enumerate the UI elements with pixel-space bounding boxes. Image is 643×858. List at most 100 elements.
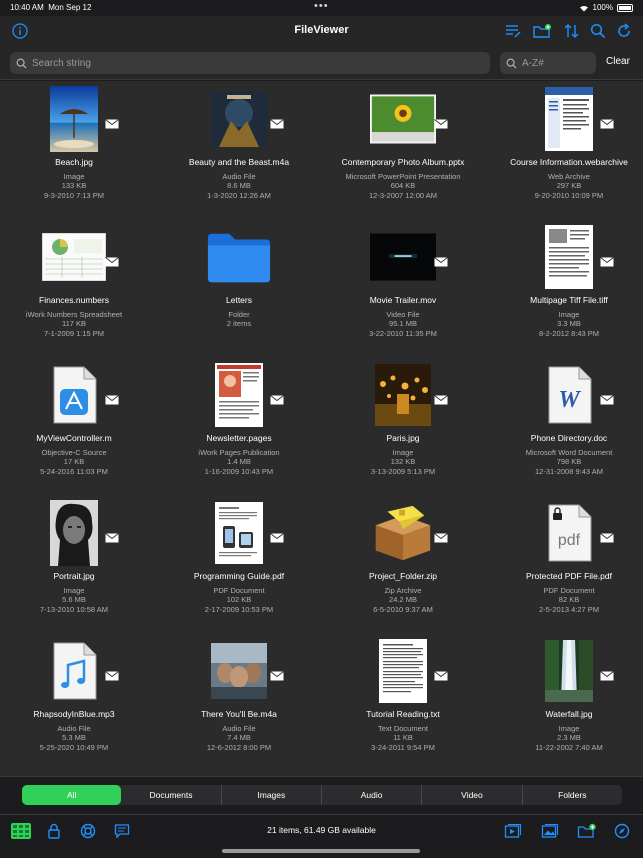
filter-search-icon [506, 58, 517, 69]
file-thumbnail[interactable] [370, 86, 436, 152]
slideshow-icon[interactable] [503, 822, 523, 840]
edit-list-icon[interactable] [503, 21, 523, 41]
file-thumbnail[interactable] [370, 500, 436, 566]
file-thumbnail[interactable] [370, 362, 436, 428]
mail-icon[interactable] [270, 116, 284, 129]
tab-video[interactable]: Video [422, 785, 523, 805]
mail-icon[interactable] [434, 668, 448, 681]
filter-field[interactable] [500, 52, 596, 74]
file-date: 12-6-2012 8:00 PM [206, 743, 272, 752]
file-thumbnail[interactable] [41, 362, 107, 428]
file-thumbnail[interactable] [41, 638, 107, 704]
file-thumbnail[interactable] [206, 224, 272, 290]
file-thumbnail[interactable] [206, 500, 272, 566]
file-thumbnail[interactable] [206, 362, 272, 428]
mail-icon[interactable] [434, 254, 448, 267]
file-size: 1.4 MB [227, 457, 251, 466]
tab-audio[interactable]: Audio [322, 785, 423, 805]
mail-icon[interactable] [270, 668, 284, 681]
file-item[interactable]: MyViewController.m Objective-C Source 17 K… [0, 357, 154, 495]
file-thumbnail[interactable] [370, 224, 436, 290]
mail-icon[interactable] [434, 116, 448, 129]
file-item[interactable]: Letters Folder 2 items [159, 219, 319, 357]
file-item[interactable]: Paris.jpg Image 132 KB 3-13-2009 5:13 PM [323, 357, 483, 495]
mail-icon[interactable] [600, 668, 614, 681]
file-name: Newsletter.pages [206, 433, 272, 443]
tab-documents[interactable]: Documents [121, 785, 222, 805]
file-thumbnail[interactable] [536, 638, 602, 704]
file-item[interactable]: Beach.jpg Image 133 KB 9-3-2010 7:13 PM [0, 81, 154, 219]
mail-icon[interactable] [434, 392, 448, 405]
tab-folders[interactable]: Folders [523, 785, 622, 805]
file-item[interactable]: Programming Guide.pdf PDF Document 102 KB 2… [159, 495, 319, 633]
file-thumbnail[interactable] [41, 86, 107, 152]
mail-icon[interactable] [105, 530, 119, 543]
file-item[interactable]: Project_Folder.zip Zip Archive 24.2 MB 6-5-… [323, 495, 483, 633]
file-date: 12-31-2008 9:43 AM [535, 467, 603, 476]
file-kind: PDF Document [543, 586, 595, 595]
file-name: Movie Trailer.mov [369, 295, 437, 305]
file-item[interactable]: W Phone Directory.doc Microsoft Word Docum… [489, 357, 643, 495]
file-thumbnail[interactable]: W [536, 362, 602, 428]
new-folder-icon[interactable] [532, 21, 552, 41]
file-kind: Text Document [377, 724, 429, 733]
mail-icon[interactable] [105, 392, 119, 405]
file-item[interactable]: Multipage Tiff File.tiff Image 3.3 MB 8-2-2… [489, 219, 643, 357]
mail-icon[interactable] [434, 530, 448, 543]
file-thumbnail[interactable] [41, 500, 107, 566]
status-bar: 10:40 AM Mon Sep 12 ••• 100% [0, 0, 643, 16]
mail-icon[interactable] [600, 530, 614, 543]
battery-icon [617, 3, 633, 12]
mail-icon[interactable] [105, 116, 119, 129]
refresh-icon[interactable] [614, 21, 634, 41]
mail-icon[interactable] [270, 530, 284, 543]
tab-images[interactable]: Images [222, 785, 322, 805]
compass-icon[interactable] [612, 822, 632, 840]
file-date: 3-13-2009 5:13 PM [370, 467, 436, 476]
search-icon[interactable] [588, 21, 608, 41]
search-field[interactable] [10, 52, 490, 74]
mail-icon[interactable] [105, 254, 119, 267]
file-item[interactable]: Waterfall.jpg Image 2.3 MB 11-22-2002 7:40 … [489, 633, 643, 771]
file-thumbnail[interactable] [536, 86, 602, 152]
file-date: 3-24-2011 9:54 PM [371, 743, 435, 752]
file-thumbnail[interactable] [370, 638, 436, 704]
file-item[interactable]: Movie Trailer.mov Video File 95.1 MB 3-22-2… [323, 219, 483, 357]
file-item[interactable]: Tutorial Reading.txt Text Document 11 KB 3-… [323, 633, 483, 771]
mail-icon[interactable] [270, 392, 284, 405]
file-item[interactable]: Newsletter.pages iWork Pages Publication 1… [159, 357, 319, 495]
file-thumbnail[interactable]: pdf [536, 500, 602, 566]
file-name: RhapsodyInBlue.mp3 [33, 709, 115, 719]
file-kind: iWork Numbers Spreadsheet [25, 310, 123, 319]
file-thumbnail[interactable] [41, 224, 107, 290]
file-item[interactable]: pdf Protected PDF File.pdf PDF Document 82 … [489, 495, 643, 633]
add-folder-icon[interactable] [577, 822, 597, 840]
sort-icon[interactable] [562, 21, 582, 41]
tab-all[interactable]: All [22, 785, 122, 805]
mail-icon[interactable] [600, 254, 614, 267]
filter-input[interactable] [522, 57, 596, 69]
file-item[interactable]: Contemporary Photo Album.pptx Microsoft P… [323, 81, 483, 219]
mail-icon[interactable] [105, 668, 119, 681]
file-size: 5.3 MB [62, 733, 86, 742]
file-item[interactable]: RhapsodyInBlue.mp3 Audio File 5.3 MB 5-25-2… [0, 633, 154, 771]
photos-import-icon[interactable] [540, 822, 560, 840]
file-thumbnail[interactable] [206, 86, 272, 152]
file-item[interactable]: Beauty and the Beast.m4a Audio File 8.6 MB… [159, 81, 319, 219]
file-size: 3.3 MB [557, 319, 581, 328]
search-input[interactable] [32, 57, 490, 69]
file-size: 2 items [226, 319, 252, 328]
file-item[interactable]: Finances.numbers iWork Numbers Spreadshee… [0, 219, 154, 357]
file-name: Portrait.jpg [53, 571, 95, 581]
mail-icon[interactable] [600, 392, 614, 405]
home-indicator[interactable] [222, 849, 420, 853]
mail-icon[interactable] [600, 116, 614, 129]
file-date: 11-22-2002 7:40 AM [535, 743, 603, 752]
multitasking-dots[interactable]: ••• [314, 0, 329, 12]
file-item[interactable]: Course Information.webarchive Web Archive… [489, 81, 643, 219]
file-item[interactable]: Portrait.jpg Image 5.6 MB 7-13-2010 10:58 A… [0, 495, 154, 633]
clear-button[interactable]: Clear [606, 56, 630, 67]
file-thumbnail[interactable] [206, 638, 272, 704]
file-item[interactable]: There You'll Be.m4a Audio File 7.4 MB 12-6-… [159, 633, 319, 771]
file-thumbnail[interactable] [536, 224, 602, 290]
